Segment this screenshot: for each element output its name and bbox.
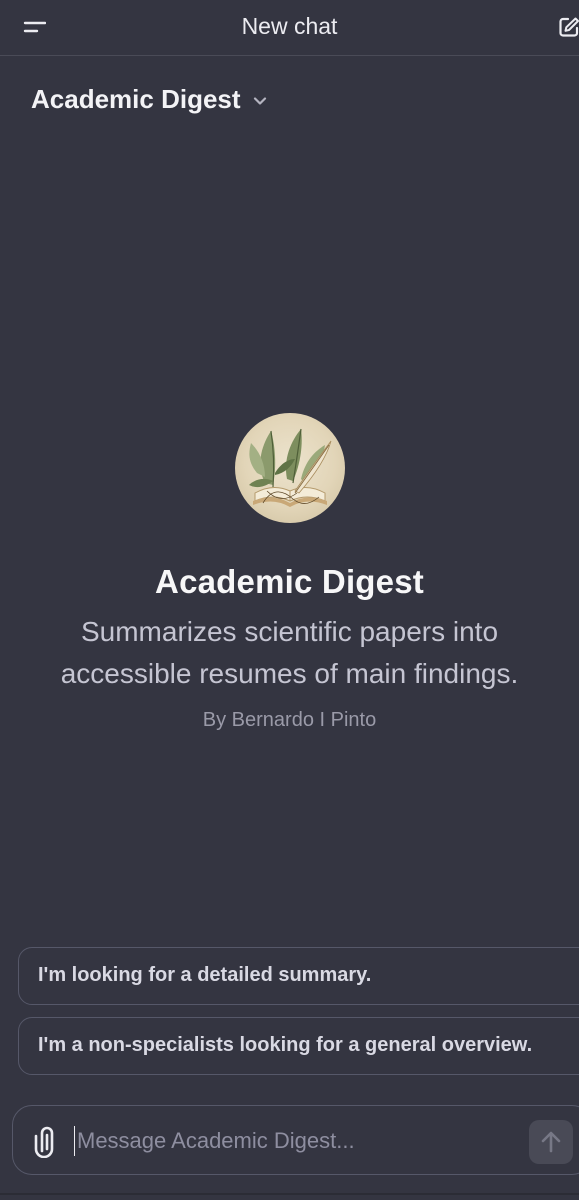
message-composer <box>12 1105 579 1175</box>
arrow-up-icon <box>541 1131 561 1153</box>
top-bar: New chat <box>0 0 579 56</box>
gpt-name: Academic Digest <box>155 563 424 600</box>
suggestion-label: I'm a non-specialists looking for a gene… <box>38 1034 533 1056</box>
new-chat-button[interactable] <box>549 10 579 44</box>
gpt-selector[interactable]: Academic Digest <box>31 84 267 115</box>
send-button[interactable] <box>529 1120 573 1164</box>
message-input[interactable] <box>74 1126 517 1156</box>
gpt-author: By Bernardo I Pinto <box>202 709 377 731</box>
gpt-avatar <box>234 413 345 523</box>
suggestion-chip[interactable]: I'm a non-specialists looking for a gene… <box>18 1017 579 1075</box>
compose-icon <box>559 17 579 37</box>
bottom-divider <box>0 1193 579 1195</box>
chat-screen: New chat Academic Digest Academic Digest… <box>0 0 579 1200</box>
attach-button[interactable] <box>31 1124 61 1159</box>
gpt-intro: Academic Digest Summarizes scientific pa… <box>0 413 579 732</box>
suggestion-chip[interactable]: I'm looking for a detailed summary. <box>18 947 579 1005</box>
gpt-description: Summarizes scientific papers into access… <box>60 616 519 689</box>
book-and-quill-illustration <box>248 428 331 507</box>
chevron-down-icon <box>253 96 266 105</box>
gpt-selector-label: Academic Digest <box>31 84 241 114</box>
paperclip-icon <box>34 1126 54 1159</box>
suggestion-label: I'm looking for a detailed summary. <box>38 964 372 986</box>
page-title: New chat <box>241 13 338 39</box>
